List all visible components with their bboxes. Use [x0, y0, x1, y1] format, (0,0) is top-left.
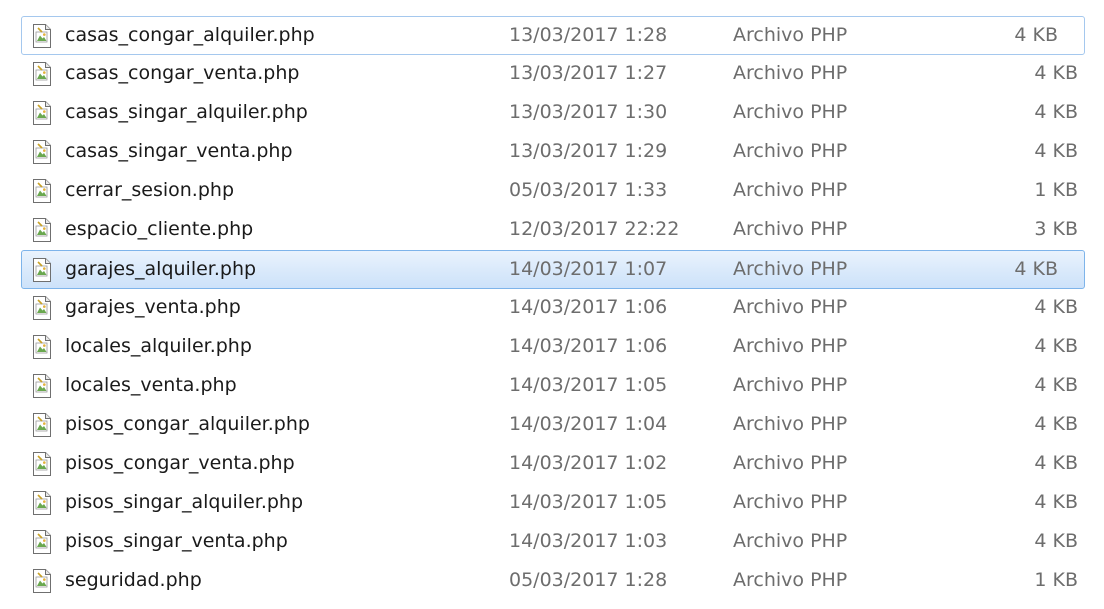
file-size: 1 KB [1034, 569, 1078, 591]
file-row-15[interactable]: seguridad.php 05/03/2017 1:28 Archivo PH… [0, 562, 1104, 601]
file-modified-date: 14/03/2017 1:05 [509, 491, 668, 513]
file-row-11[interactable]: pisos_congar_alquiler.php 14/03/2017 1:0… [0, 406, 1104, 445]
file-modified-date: 13/03/2017 1:30 [509, 101, 668, 123]
file-name: seguridad.php [65, 569, 202, 591]
file-name: pisos_singar_venta.php [65, 530, 288, 552]
php-file-icon [32, 101, 52, 125]
file-size: 4 KB [1014, 24, 1058, 46]
file-type: Archivo PHP [733, 335, 848, 357]
file-modified-date: 05/03/2017 1:33 [509, 179, 668, 201]
file-name: pisos_singar_alquiler.php [65, 491, 304, 513]
file-size: 4 KB [1034, 530, 1078, 552]
file-modified-date: 14/03/2017 1:05 [509, 374, 668, 396]
file-row-7[interactable]: garajes_alquiler.php 14/03/2017 1:07 Arc… [21, 250, 1085, 289]
file-modified-date: 14/03/2017 1:06 [509, 296, 668, 318]
file-row-13[interactable]: pisos_singar_alquiler.php 14/03/2017 1:0… [0, 484, 1104, 523]
file-modified-date: 14/03/2017 1:03 [509, 530, 668, 552]
file-name: garajes_venta.php [65, 296, 241, 318]
file-row-5[interactable]: cerrar_sesion.php 05/03/2017 1:33 Archiv… [0, 172, 1104, 211]
php-file-icon [32, 335, 52, 359]
file-modified-date: 14/03/2017 1:06 [509, 335, 668, 357]
file-name: garajes_alquiler.php [65, 258, 257, 280]
php-file-icon [32, 374, 52, 398]
file-size: 4 KB [1034, 452, 1078, 474]
file-size: 4 KB [1034, 62, 1078, 84]
file-type: Archivo PHP [733, 491, 848, 513]
file-name: casas_singar_venta.php [65, 140, 293, 162]
file-modified-date: 05/03/2017 1:28 [509, 569, 668, 591]
php-file-icon [32, 491, 52, 515]
php-file-icon [32, 530, 52, 554]
file-type: Archivo PHP [733, 258, 848, 280]
file-row-10[interactable]: locales_venta.php 14/03/2017 1:05 Archiv… [0, 367, 1104, 406]
file-list: casas_congar_alquiler.php 13/03/2017 1:2… [0, 16, 1104, 601]
php-file-icon [32, 452, 52, 476]
file-modified-date: 13/03/2017 1:27 [509, 62, 668, 84]
file-type: Archivo PHP [733, 140, 848, 162]
file-modified-date: 14/03/2017 1:02 [509, 452, 668, 474]
file-size: 4 KB [1034, 140, 1078, 162]
file-row-6[interactable]: espacio_cliente.php 12/03/2017 22:22 Arc… [0, 211, 1104, 250]
file-modified-date: 13/03/2017 1:29 [509, 140, 668, 162]
file-size: 4 KB [1034, 296, 1078, 318]
php-file-icon [32, 140, 52, 164]
php-file-icon [32, 569, 52, 593]
php-file-icon [32, 258, 52, 282]
file-row-14[interactable]: pisos_singar_venta.php 14/03/2017 1:03 A… [0, 523, 1104, 562]
file-name: pisos_congar_alquiler.php [65, 413, 310, 435]
file-size: 3 KB [1034, 218, 1078, 240]
file-modified-date: 14/03/2017 1:07 [509, 258, 668, 280]
file-size: 4 KB [1034, 491, 1078, 513]
file-type: Archivo PHP [733, 452, 848, 474]
php-file-icon [32, 62, 52, 86]
file-row-12[interactable]: pisos_congar_venta.php 14/03/2017 1:02 A… [0, 445, 1104, 484]
file-row-4[interactable]: casas_singar_venta.php 13/03/2017 1:29 A… [0, 133, 1104, 172]
php-file-icon [32, 179, 52, 203]
file-type: Archivo PHP [733, 218, 848, 240]
file-type: Archivo PHP [733, 413, 848, 435]
file-size: 4 KB [1034, 335, 1078, 357]
file-type: Archivo PHP [733, 101, 848, 123]
file-type: Archivo PHP [733, 179, 848, 201]
file-name: casas_congar_alquiler.php [65, 24, 315, 46]
file-name: cerrar_sesion.php [65, 179, 235, 201]
file-name: locales_alquiler.php [65, 335, 252, 357]
file-modified-date: 13/03/2017 1:28 [509, 24, 668, 46]
file-modified-date: 12/03/2017 22:22 [509, 218, 680, 240]
file-size: 4 KB [1034, 374, 1078, 396]
file-modified-date: 14/03/2017 1:04 [509, 413, 668, 435]
file-row-8[interactable]: garajes_venta.php 14/03/2017 1:06 Archiv… [0, 289, 1104, 328]
file-type: Archivo PHP [733, 62, 848, 84]
file-size: 1 KB [1034, 179, 1078, 201]
file-type: Archivo PHP [733, 569, 848, 591]
file-size: 4 KB [1034, 101, 1078, 123]
file-name: pisos_congar_venta.php [65, 452, 295, 474]
file-name: casas_congar_venta.php [65, 62, 300, 84]
file-size: 4 KB [1034, 413, 1078, 435]
file-type: Archivo PHP [733, 296, 848, 318]
php-file-icon [32, 296, 52, 320]
file-name: locales_venta.php [65, 374, 237, 396]
file-row-1[interactable]: casas_congar_alquiler.php 13/03/2017 1:2… [21, 16, 1085, 55]
php-file-icon [32, 24, 52, 48]
file-name: espacio_cliente.php [65, 218, 254, 240]
file-row-2[interactable]: casas_congar_venta.php 13/03/2017 1:27 A… [0, 55, 1104, 94]
file-type: Archivo PHP [733, 24, 848, 46]
file-type: Archivo PHP [733, 530, 848, 552]
file-size: 4 KB [1014, 258, 1058, 280]
file-name: casas_singar_alquiler.php [65, 101, 308, 123]
php-file-icon [32, 413, 52, 437]
php-file-icon [32, 218, 52, 242]
file-row-9[interactable]: locales_alquiler.php 14/03/2017 1:06 Arc… [0, 328, 1104, 367]
file-row-3[interactable]: casas_singar_alquiler.php 13/03/2017 1:3… [0, 94, 1104, 133]
file-type: Archivo PHP [733, 374, 848, 396]
